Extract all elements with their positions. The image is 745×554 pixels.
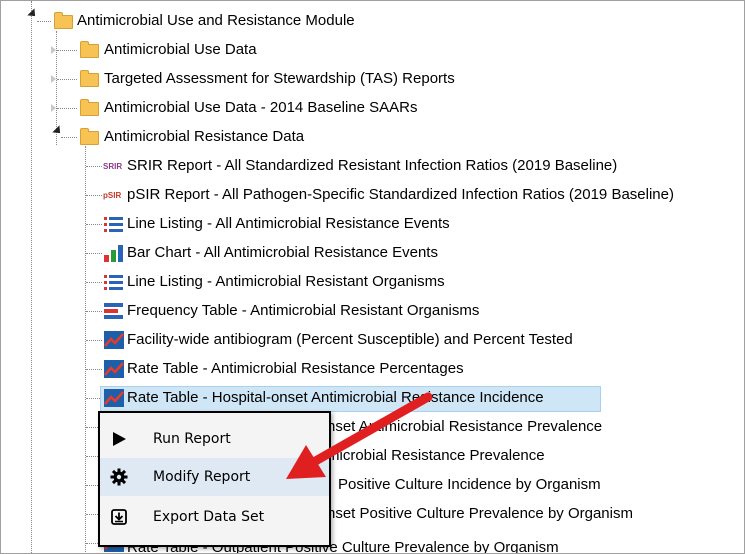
report-item-label: Rate Table - Antimicrobial Resistance Pe… [127,360,464,377]
line-listing-icon [104,217,123,232]
folder-icon [54,12,73,29]
tree-node-root[interactable]: Antimicrobial Use and Resistance Module [77,8,355,34]
folder-icon [80,128,99,145]
report-item[interactable]: nset Positive Culture Prevalence by Orga… [327,501,633,527]
annotation-arrow [286,392,433,479]
report-item-label: SRIR Report - All Standardized Resistant… [127,157,618,174]
svg-text:SRIR: SRIR [103,162,122,171]
bar-chart-icon [104,245,123,262]
report-item-label: Bar Chart - All Antimicrobial Resistance… [127,244,438,261]
tree-connector [86,311,102,312]
report-item[interactable]: Rate Table - Antimicrobial Resistance Pe… [127,356,464,382]
menu-item-label: Modify Report [153,469,251,485]
menu-item-label: Run Report [153,431,231,447]
report-item[interactable]: SRIR Report - All Standardized Resistant… [127,153,617,179]
tree-connector [57,79,77,80]
rate-table-icon [104,331,124,349]
tree-node-label: Antimicrobial Use Data - 2014 Baseline S… [104,99,418,116]
tree-connector [37,21,51,22]
report-item-label: Facility-wide antibiogram (Percent Susce… [127,331,573,348]
psir-icon: pSIR [103,191,121,200]
tree-node-label: Antimicrobial Resistance Data [104,128,305,145]
tree-node-label: Antimicrobial Use and Resistance Module [77,12,355,29]
report-item-label: Line Listing - Antimicrobial Resistant O… [127,273,445,290]
report-item[interactable]: Line Listing - Antimicrobial Resistant O… [127,269,445,295]
tree-connector [86,253,102,254]
report-item[interactable]: Line Listing - All Antimicrobial Resista… [127,211,450,237]
rate-table-icon [104,389,124,407]
gear-icon [110,468,128,486]
tree-node-folder[interactable]: Antimicrobial Use Data - 2014 Baseline S… [104,95,417,121]
tree-connector [86,166,102,167]
expand-caret-icon[interactable] [51,46,56,54]
report-item[interactable]: Bar Chart - All Antimicrobial Resistance… [127,240,438,266]
tree-connector [86,282,102,283]
export-data-set-menu-item[interactable]: Export Data Set [100,498,329,536]
tree-node-folder[interactable]: Antimicrobial Use Data [104,37,257,63]
tree-node-folder[interactable]: Antimicrobial Resistance Data [104,124,304,150]
tree-guide-line [85,146,86,553]
report-item[interactable]: pSIR Report - All Pathogen-Specific Stan… [127,182,674,208]
collapse-caret-icon[interactable] [52,125,64,137]
tree-connector [86,224,102,225]
tree-connector [57,108,77,109]
play-icon [113,432,126,446]
tree-connector [86,340,102,341]
line-listing-icon [104,275,123,290]
folder-icon [80,41,99,58]
report-item[interactable]: Facility-wide antibiogram (Percent Susce… [127,327,573,353]
tree-connector [61,137,77,138]
tree-node-label: Antimicrobial Use Data [104,41,257,58]
report-item-label: pSIR Report - All Pathogen-Specific Stan… [127,186,674,203]
expand-caret-icon[interactable] [51,75,56,83]
tree-connector [57,50,77,51]
svg-text:pSIR: pSIR [103,191,121,200]
menu-item-label: Export Data Set [153,509,265,525]
report-item-label: Frequency Table - Antimicrobial Resistan… [127,302,480,319]
srir-icon: SRIR [103,162,122,171]
frequency-table-icon [104,303,123,319]
folder-icon [80,70,99,87]
report-item-label: Line Listing - All Antimicrobial Resista… [127,215,450,232]
tree-node-folder[interactable]: Targeted Assessment for Stewardship (TAS… [104,66,455,92]
rate-table-icon [104,360,124,378]
folder-icon [80,99,99,116]
expand-caret-icon[interactable] [51,104,56,112]
tree-connector [86,195,102,196]
export-icon [111,509,127,525]
tree-node-label: Targeted Assessment for Stewardship (TAS… [104,70,455,87]
collapse-caret-icon[interactable] [27,8,39,20]
tree-guide-line [31,1,32,553]
report-item-label: nset Positive Culture Prevalence by Orga… [327,505,633,522]
tree-connector [86,369,102,370]
report-item[interactable]: Frequency Table - Antimicrobial Resistan… [127,298,479,324]
